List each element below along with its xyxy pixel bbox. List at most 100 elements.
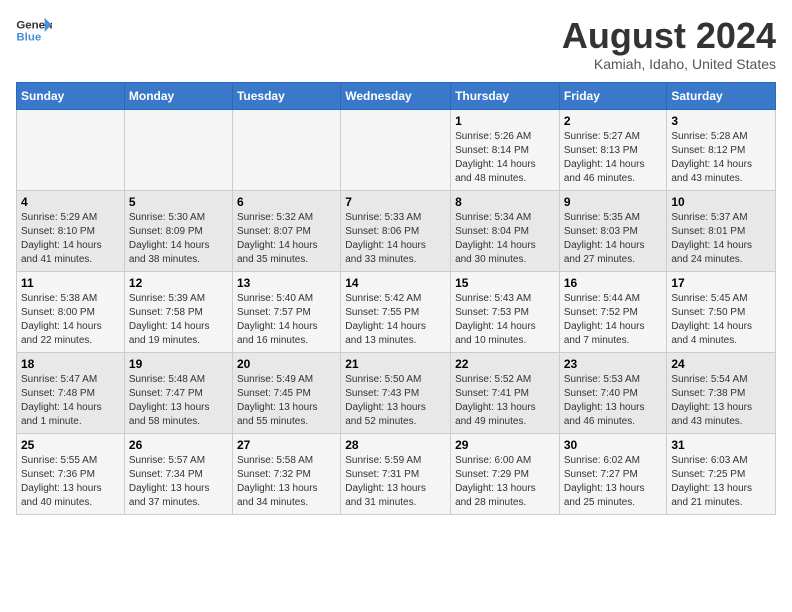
day-info: Sunrise: 5:55 AMSunset: 7:36 PMDaylight:… — [21, 454, 120, 510]
week-row-5: 25 Sunrise: 5:55 AMSunset: 7:36 PMDayligh… — [17, 433, 776, 514]
day-info: Sunrise: 5:43 AMSunset: 7:53 PMDaylight:… — [455, 292, 555, 348]
day-cell: 23Sunrise: 5:53 AMSunset: 7:40 PMDayligh… — [559, 352, 667, 433]
day-number: 24 — [671, 357, 771, 371]
day-info: Sunrise: 5:32 AMSunset: 8:07 PMDaylight:… — [237, 211, 336, 267]
day-info: Sunrise: 5:28 AMSunset: 8:12 PMDaylight:… — [671, 130, 771, 186]
week-row-2: 4 Sunrise: 5:29 AMSunset: 8:10 PMDaylight… — [17, 190, 776, 271]
header-row: SundayMondayTuesdayWednesdayThursdayFrid… — [17, 82, 776, 109]
day-info: Sunrise: 5:53 AMSunset: 7:40 PMDaylight:… — [564, 373, 663, 429]
day-info: Sunrise: 6:00 AMSunset: 7:29 PMDaylight:… — [455, 454, 555, 510]
svg-text:Blue: Blue — [16, 32, 41, 44]
day-number: 13 — [237, 276, 336, 290]
day-number: 1 — [455, 114, 555, 128]
day-cell — [341, 109, 451, 190]
day-number: 10 — [671, 195, 771, 209]
day-cell: 28Sunrise: 5:59 AMSunset: 7:31 PMDayligh… — [341, 433, 451, 514]
day-info: Sunrise: 6:02 AMSunset: 7:27 PMDaylight:… — [564, 454, 663, 510]
day-info: Sunrise: 5:38 AMSunset: 8:00 PMDaylight:… — [21, 292, 120, 348]
day-cell: 16 Sunrise: 5:44 AMSunset: 7:52 PMDayligh… — [559, 271, 667, 352]
day-cell: 9 Sunrise: 5:35 AMSunset: 8:03 PMDaylight… — [559, 190, 667, 271]
day-info: Sunrise: 5:54 AMSunset: 7:38 PMDaylight:… — [671, 373, 771, 429]
day-number: 6 — [237, 195, 336, 209]
day-cell: 12Sunrise: 5:39 AMSunset: 7:58 PMDayligh… — [124, 271, 232, 352]
day-number: 27 — [237, 438, 336, 452]
day-info: Sunrise: 5:26 AMSunset: 8:14 PMDaylight:… — [455, 130, 555, 186]
day-info: Sunrise: 5:52 AMSunset: 7:41 PMDaylight:… — [455, 373, 555, 429]
day-number: 7 — [345, 195, 446, 209]
day-cell: 10 Sunrise: 5:37 AMSunset: 8:01 PMDayligh… — [667, 190, 776, 271]
day-number: 31 — [671, 438, 771, 452]
day-info: Sunrise: 5:34 AMSunset: 8:04 PMDaylight:… — [455, 211, 555, 267]
day-info: Sunrise: 5:50 AMSunset: 7:43 PMDaylight:… — [345, 373, 446, 429]
day-info: Sunrise: 5:42 AMSunset: 7:55 PMDaylight:… — [345, 292, 446, 348]
day-number: 26 — [129, 438, 228, 452]
day-number: 19 — [129, 357, 228, 371]
day-cell — [232, 109, 340, 190]
day-cell: 17 Sunrise: 5:45 AMSunset: 7:50 PMDayligh… — [667, 271, 776, 352]
week-row-4: 18Sunrise: 5:47 AMSunset: 7:48 PMDayligh… — [17, 352, 776, 433]
day-info: Sunrise: 5:48 AMSunset: 7:47 PMDaylight:… — [129, 373, 228, 429]
day-cell: 14 Sunrise: 5:42 AMSunset: 7:55 PMDayligh… — [341, 271, 451, 352]
day-info: Sunrise: 5:58 AMSunset: 7:32 PMDaylight:… — [237, 454, 336, 510]
day-info: Sunrise: 5:30 AMSunset: 8:09 PMDaylight:… — [129, 211, 228, 267]
day-number: 17 — [671, 276, 771, 290]
day-cell: 2 Sunrise: 5:27 AMSunset: 8:13 PMDaylight… — [559, 109, 667, 190]
day-number: 14 — [345, 276, 446, 290]
day-cell: 22Sunrise: 5:52 AMSunset: 7:41 PMDayligh… — [451, 352, 560, 433]
day-cell: 30 Sunrise: 6:02 AMSunset: 7:27 PMDayligh… — [559, 433, 667, 514]
day-number: 25 — [21, 438, 120, 452]
day-cell — [17, 109, 125, 190]
day-info: Sunrise: 5:45 AMSunset: 7:50 PMDaylight:… — [671, 292, 771, 348]
day-info: Sunrise: 5:44 AMSunset: 7:52 PMDaylight:… — [564, 292, 663, 348]
day-cell: 29 Sunrise: 6:00 AMSunset: 7:29 PMDayligh… — [451, 433, 560, 514]
day-number: 12 — [129, 276, 228, 290]
day-number: 9 — [564, 195, 663, 209]
day-cell: 1 Sunrise: 5:26 AMSunset: 8:14 PMDaylight… — [451, 109, 560, 190]
day-number: 29 — [455, 438, 555, 452]
day-info: Sunrise: 5:35 AMSunset: 8:03 PMDaylight:… — [564, 211, 663, 267]
day-cell: 4 Sunrise: 5:29 AMSunset: 8:10 PMDaylight… — [17, 190, 125, 271]
day-number: 30 — [564, 438, 663, 452]
week-row-1: 1 Sunrise: 5:26 AMSunset: 8:14 PMDaylight… — [17, 109, 776, 190]
day-header-tuesday: Tuesday — [232, 82, 340, 109]
day-number: 15 — [455, 276, 555, 290]
day-number: 28 — [345, 438, 446, 452]
day-number: 11 — [21, 276, 120, 290]
day-header-sunday: Sunday — [17, 82, 125, 109]
day-number: 16 — [564, 276, 663, 290]
day-number: 21 — [345, 357, 446, 371]
day-number: 5 — [129, 195, 228, 209]
day-cell: 5 Sunrise: 5:30 AMSunset: 8:09 PMDaylight… — [124, 190, 232, 271]
day-cell: 26 Sunrise: 5:57 AMSunset: 7:34 PMDayligh… — [124, 433, 232, 514]
day-info: Sunrise: 5:27 AMSunset: 8:13 PMDaylight:… — [564, 130, 663, 186]
title-area: August 2024 Kamiah, Idaho, United States — [562, 16, 776, 72]
day-info: Sunrise: 5:29 AMSunset: 8:10 PMDaylight:… — [21, 211, 120, 267]
day-number: 3 — [671, 114, 771, 128]
day-info: Sunrise: 5:49 AMSunset: 7:45 PMDaylight:… — [237, 373, 336, 429]
day-number: 4 — [21, 195, 120, 209]
day-cell: 8 Sunrise: 5:34 AMSunset: 8:04 PMDaylight… — [451, 190, 560, 271]
day-info: Sunrise: 5:40 AMSunset: 7:57 PMDaylight:… — [237, 292, 336, 348]
day-cell — [124, 109, 232, 190]
logo-icon: General Blue — [16, 16, 52, 46]
day-info: Sunrise: 5:33 AMSunset: 8:06 PMDaylight:… — [345, 211, 446, 267]
day-number: 8 — [455, 195, 555, 209]
week-row-3: 11 Sunrise: 5:38 AMSunset: 8:00 PMDayligh… — [17, 271, 776, 352]
day-cell: 15 Sunrise: 5:43 AMSunset: 7:53 PMDayligh… — [451, 271, 560, 352]
day-number: 20 — [237, 357, 336, 371]
day-cell: 7 Sunrise: 5:33 AMSunset: 8:06 PMDaylight… — [341, 190, 451, 271]
day-number: 2 — [564, 114, 663, 128]
day-info: Sunrise: 6:03 AMSunset: 7:25 PMDaylight:… — [671, 454, 771, 510]
calendar-table: SundayMondayTuesdayWednesdayThursdayFrid… — [16, 82, 776, 515]
day-cell: 31 Sunrise: 6:03 AMSunset: 7:25 PMDayligh… — [667, 433, 776, 514]
day-header-saturday: Saturday — [667, 82, 776, 109]
page-subtitle: Kamiah, Idaho, United States — [562, 56, 776, 72]
logo: General Blue — [16, 16, 52, 46]
day-cell: 3 Sunrise: 5:28 AMSunset: 8:12 PMDaylight… — [667, 109, 776, 190]
day-info: Sunrise: 5:57 AMSunset: 7:34 PMDaylight:… — [129, 454, 228, 510]
day-info: Sunrise: 5:37 AMSunset: 8:01 PMDaylight:… — [671, 211, 771, 267]
day-cell: 19 Sunrise: 5:48 AMSunset: 7:47 PMDayligh… — [124, 352, 232, 433]
header: General Blue August 2024 Kamiah, Idaho, … — [16, 16, 776, 72]
day-cell: 20 Sunrise: 5:49 AMSunset: 7:45 PMDayligh… — [232, 352, 340, 433]
day-info: Sunrise: 5:47 AMSunset: 7:48 PMDaylight:… — [21, 373, 120, 429]
